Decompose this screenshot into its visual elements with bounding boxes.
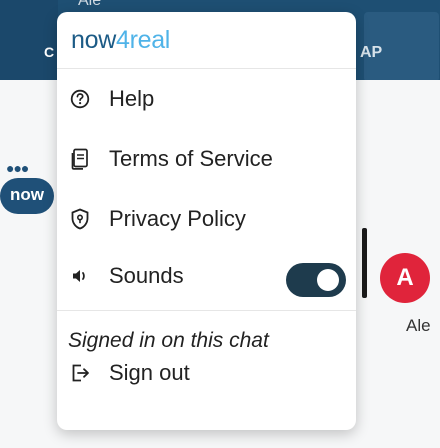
contact-name-top: Ale	[78, 0, 102, 9]
app-logo: now	[0, 178, 54, 214]
user-avatar-badge[interactable]: A	[380, 253, 430, 303]
menu-item-terms[interactable]: Terms of Service	[57, 136, 356, 182]
menu-item-label: Sign out	[109, 360, 190, 385]
menu-item-label: Privacy Policy	[109, 206, 246, 231]
help-icon	[69, 88, 91, 110]
menu-divider	[57, 310, 356, 311]
conversation-card-letter: C	[44, 44, 55, 60]
menu-item-label: Help	[109, 86, 155, 111]
document-icon	[69, 148, 91, 170]
menu-item-help[interactable]: Help	[57, 76, 356, 122]
account-menu: now4real Help Terms of Service Privacy P…	[57, 12, 356, 430]
menu-divider	[57, 68, 356, 69]
logo-dots: ●●●	[6, 160, 29, 176]
menu-item-label: Sounds	[109, 263, 184, 288]
sounds-toggle[interactable]	[286, 263, 346, 297]
menu-item-label: Terms of Service	[109, 146, 273, 171]
brand-logo: now4real	[71, 26, 170, 58]
text-cursor	[362, 228, 367, 298]
menu-item-sign-out[interactable]: Sign out	[57, 350, 356, 396]
conversation-card-left[interactable]	[0, 0, 58, 80]
user-name: Ale	[406, 316, 431, 335]
brand-part-digit: 4	[115, 26, 130, 54]
shield-icon	[69, 208, 91, 230]
header-button-right-label: AP	[360, 44, 383, 61]
menu-item-privacy[interactable]: Privacy Policy	[57, 196, 356, 242]
brand-part-main: now	[71, 26, 116, 54]
sign-out-icon	[69, 362, 91, 384]
toggle-knob	[317, 269, 339, 291]
brand-part-rest: real	[129, 26, 171, 54]
speaker-icon	[69, 265, 91, 287]
